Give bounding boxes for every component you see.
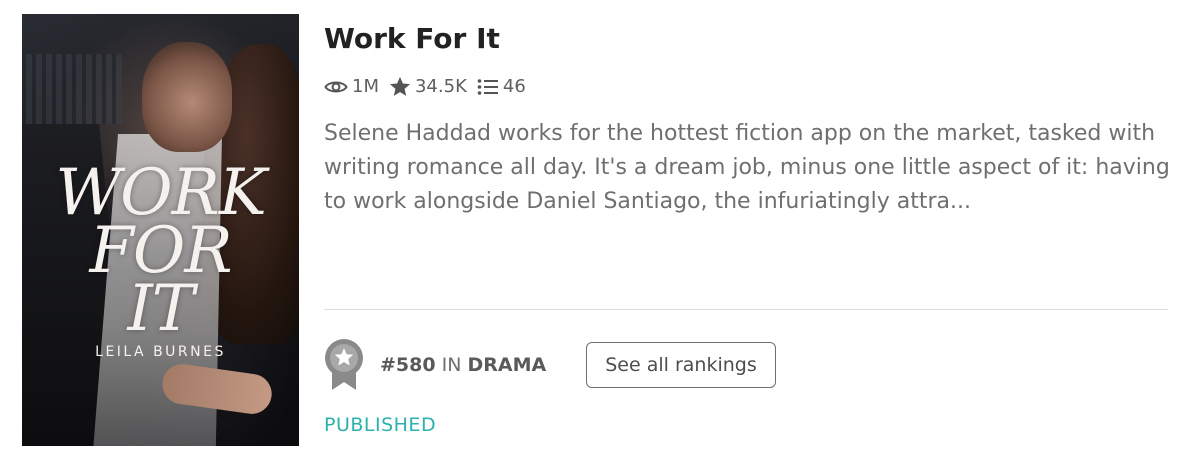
cover-background-window bbox=[26, 54, 122, 124]
ranking-text: #580 IN DRAMA bbox=[380, 354, 546, 376]
rank-category[interactable]: DRAMA bbox=[468, 354, 547, 376]
story-description: Selene Haddad works for the hottest fict… bbox=[324, 121, 1170, 214]
award-ribbon-icon bbox=[325, 339, 363, 390]
ranking-row: #580 IN DRAMA See all rankings bbox=[324, 338, 776, 392]
story-title[interactable]: Work For It bbox=[324, 22, 500, 55]
book-cover[interactable]: WORK FOR IT LEILA BURNES bbox=[22, 14, 299, 446]
story-stats: 1M 34.5K 46 bbox=[324, 76, 536, 97]
reads-count: 1M bbox=[352, 76, 379, 97]
rank-number: #580 bbox=[380, 354, 436, 376]
cover-figure-man bbox=[142, 42, 232, 152]
rank-in-label: IN bbox=[441, 354, 462, 376]
star-icon bbox=[389, 76, 411, 96]
story-card: WORK FOR IT LEILA BURNES Work For It 1M … bbox=[0, 0, 1200, 468]
parts-count: 46 bbox=[502, 76, 526, 97]
cover-title-line: IT bbox=[127, 272, 195, 346]
votes-stat: 34.5K bbox=[389, 76, 467, 97]
cover-title: WORK FOR IT bbox=[22, 161, 299, 346]
reads-stat: 1M bbox=[324, 76, 379, 97]
list-icon bbox=[477, 78, 498, 95]
see-all-rankings-button[interactable]: See all rankings bbox=[586, 342, 776, 388]
cover-author: LEILA BURNES bbox=[95, 344, 226, 360]
votes-count: 34.5K bbox=[414, 76, 467, 97]
divider bbox=[324, 309, 1168, 310]
eye-icon bbox=[324, 81, 348, 92]
parts-stat: 46 bbox=[477, 76, 526, 97]
publish-status: PUBLISHED bbox=[324, 414, 437, 436]
